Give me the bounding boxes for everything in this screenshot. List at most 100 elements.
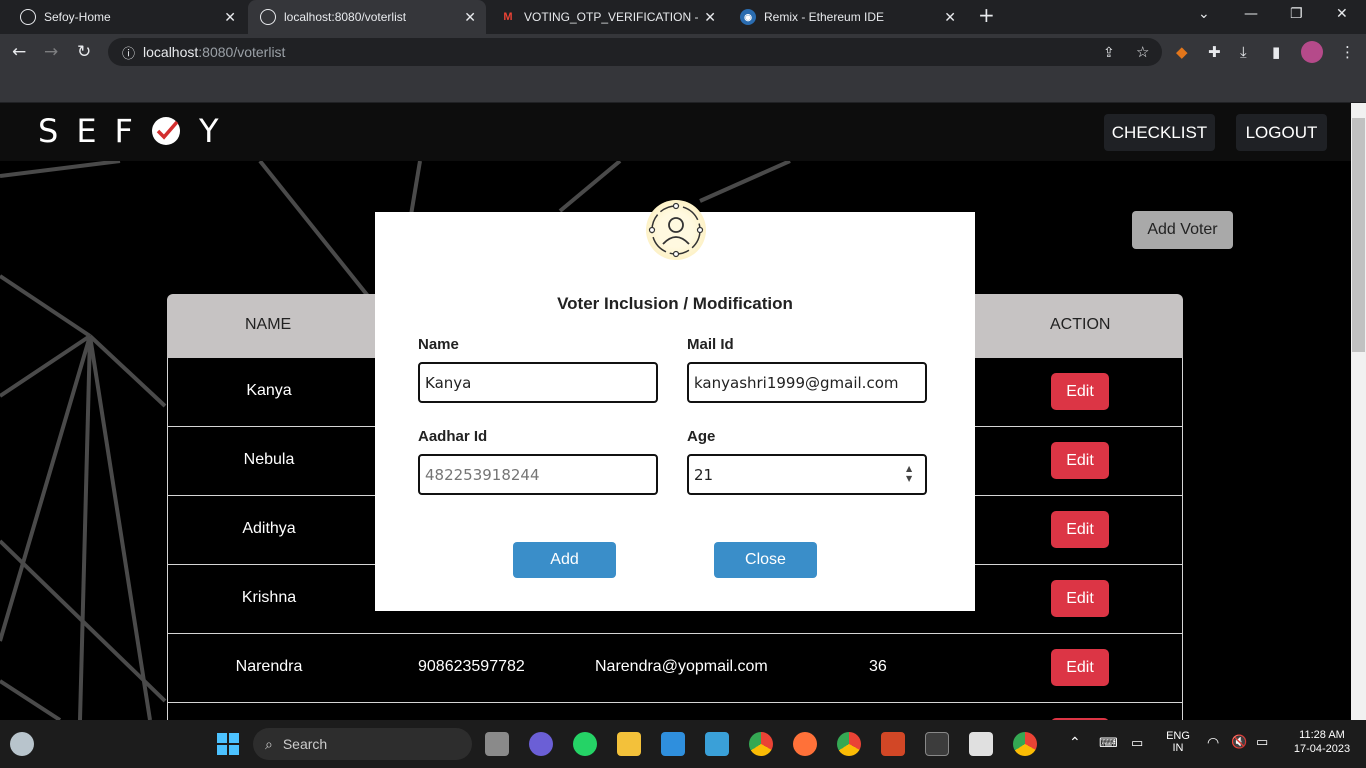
name-input[interactable] [418, 362, 658, 403]
close-button[interactable]: Close [714, 542, 817, 578]
add-button[interactable]: Add [513, 542, 616, 578]
remix-icon: ◉ [740, 9, 756, 25]
address-toolbar: ← → ↻ ⓘ localhost:8080/voterlist ⇪ ☆ ◆ ✚… [0, 34, 1366, 70]
tab-title: localhost:8080/voterlist [284, 10, 407, 24]
edit-button[interactable]: Edit [1051, 511, 1109, 548]
edit-button[interactable]: Edit [1051, 580, 1109, 617]
table-row: Narendra 908623597782 Narendra@yopmail.c… [167, 634, 1183, 703]
keyboard-icon[interactable]: ⌨ [1099, 735, 1118, 751]
share-icon[interactable]: ⇪ [1103, 44, 1115, 61]
close-tab-icon[interactable]: ✕ [704, 9, 716, 26]
aadhar-input[interactable] [418, 454, 658, 495]
chrome-icon[interactable] [749, 732, 773, 756]
voter-aadhar: 908623597782 [418, 658, 525, 675]
url-host: localhost [143, 44, 199, 60]
logout-button[interactable]: LOGOUT [1236, 114, 1327, 151]
clock-date: 17-04-2023 [1293, 743, 1351, 755]
bookmark-star-icon[interactable]: ☆ [1136, 43, 1149, 61]
bookmarks-bar [0, 70, 1366, 103]
chrome-profile-icon[interactable] [837, 732, 861, 756]
column-header-action: ACTION [1050, 316, 1111, 333]
checkmark-logo-icon [151, 117, 180, 145]
whatsapp-icon[interactable] [573, 732, 597, 756]
minimize-icon[interactable]: — [1244, 6, 1258, 22]
chevron-down-icon[interactable]: ⌄ [1198, 6, 1210, 22]
edit-button[interactable]: Edit [1051, 442, 1109, 479]
new-tab-icon[interactable]: + [978, 3, 995, 27]
info-icon[interactable]: ⓘ [122, 43, 135, 62]
age-input[interactable] [687, 454, 927, 495]
metamask-icon[interactable]: ◆ [1176, 43, 1188, 61]
search-icon: ⌕ [265, 735, 273, 752]
tab-title: Sefoy-Home [44, 10, 111, 24]
chevron-up-icon[interactable]: ⌃ [1069, 734, 1081, 751]
firefox-icon[interactable] [793, 732, 817, 756]
weather-icon[interactable] [10, 732, 34, 756]
voter-name: Krishna [241, 589, 297, 606]
extensions-icon[interactable]: ✚ [1208, 43, 1221, 61]
checklist-button[interactable]: CHECKLIST [1104, 114, 1215, 151]
display-icon[interactable]: ▭ [1131, 735, 1143, 751]
windows-start-icon[interactable] [217, 733, 239, 755]
tab-sefoy-home[interactable]: Sefoy-Home ✕ [8, 0, 246, 34]
restore-icon[interactable]: ❐ [1290, 6, 1303, 22]
voter-avatar-icon [646, 200, 706, 260]
monitor-app-icon[interactable] [705, 732, 729, 756]
side-panel-icon[interactable]: ▮ [1272, 43, 1280, 61]
tab-remix[interactable]: ◉ Remix - Ethereum IDE ✕ [728, 0, 966, 34]
table-row [167, 703, 1183, 720]
menu-kebab-icon[interactable]: ⋮ [1340, 43, 1355, 61]
gmail-icon: M [503, 11, 513, 23]
vscode-icon[interactable] [661, 732, 685, 756]
chrome-active-icon[interactable] [1013, 732, 1037, 756]
close-tab-icon[interactable]: ✕ [464, 9, 476, 26]
language-indicator[interactable]: ENG IN [1160, 730, 1196, 754]
scrollbar-thumb[interactable] [1352, 118, 1365, 352]
close-tab-icon[interactable]: ✕ [224, 9, 236, 26]
clock[interactable]: 11:28 AM 17-04-2023 [1282, 729, 1362, 755]
lang-top: ENG [1166, 730, 1190, 742]
tab-title: Remix - Ethereum IDE [764, 10, 885, 24]
globe-icon [260, 9, 276, 25]
edit-button[interactable]: Edit [1051, 649, 1109, 686]
mail-label: Mail Id [687, 336, 734, 353]
voter-modal: Voter Inclusion / Modification Name Mail… [375, 200, 975, 611]
window-close-icon[interactable]: ✕ [1336, 6, 1348, 22]
voter-name: Nebula [243, 451, 295, 468]
add-voter-button[interactable]: Add Voter [1132, 211, 1233, 249]
close-tab-icon[interactable]: ✕ [944, 9, 956, 26]
voter-name: Kanya [246, 382, 292, 399]
tab-gmail[interactable]: M VOTING_OTP_VERIFICATION - shr ✕ [488, 0, 726, 34]
volume-muted-icon[interactable]: 🔇 [1231, 734, 1247, 750]
task-view-icon[interactable] [485, 732, 509, 756]
url-bar[interactable]: ⓘ localhost:8080/voterlist ⇪ ☆ [108, 38, 1162, 66]
battery-icon[interactable]: ▭ [1256, 734, 1268, 750]
mail-input[interactable] [687, 362, 927, 403]
taskbar-search[interactable]: ⌕ Search [253, 728, 472, 760]
number-stepper-icon[interactable]: ▲ ▼ [906, 464, 912, 484]
voter-name: Narendra [235, 658, 303, 675]
page-content: SEF Y CHECKLIST LOGOUT Add Voter NAME AC… [0, 103, 1351, 720]
edit-button[interactable]: Edit [1051, 373, 1109, 410]
reload-icon[interactable]: ↻ [77, 42, 91, 62]
snipping-tool-icon[interactable] [969, 732, 993, 756]
terminal-icon[interactable] [925, 732, 949, 756]
lang-bottom: IN [1172, 742, 1184, 754]
file-explorer-icon[interactable] [617, 732, 641, 756]
logo-text-right: Y [198, 112, 237, 150]
voter-mail: Narendra@yopmail.com [595, 658, 768, 675]
wifi-icon[interactable]: ◠ [1207, 734, 1219, 751]
url-path: :8080/voterlist [198, 44, 286, 60]
profile-avatar[interactable] [1301, 41, 1323, 63]
download-icon[interactable]: ⤓ [1240, 43, 1247, 61]
tab-title: VOTING_OTP_VERIFICATION - shr [524, 10, 702, 24]
forward-icon[interactable]: → [44, 42, 58, 62]
back-icon[interactable]: ← [12, 42, 26, 62]
browser-tab-bar: Sefoy-Home ✕ localhost:8080/voterlist ✕ … [0, 0, 1366, 34]
globe-icon [20, 9, 36, 25]
sefoy-logo[interactable]: SEF Y [38, 112, 236, 150]
powerpoint-icon[interactable] [881, 732, 905, 756]
voter-age: 36 [869, 658, 887, 675]
teams-chat-icon[interactable] [529, 732, 553, 756]
tab-voterlist[interactable]: localhost:8080/voterlist ✕ [248, 0, 486, 34]
